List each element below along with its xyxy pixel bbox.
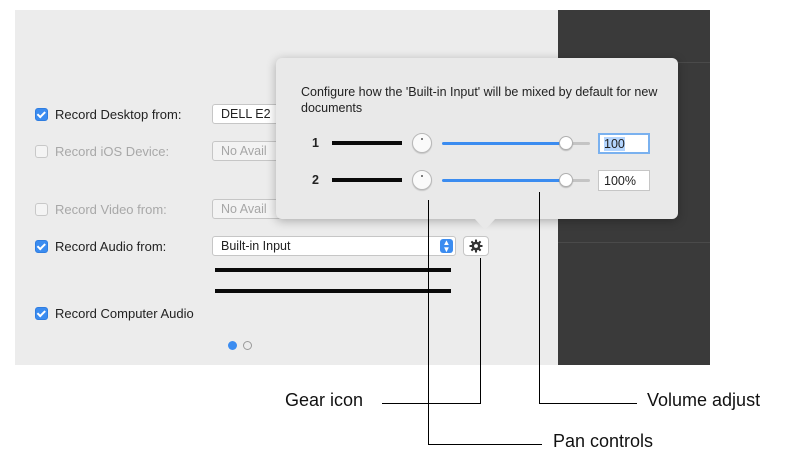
record-audio-label: Record Audio from: — [55, 238, 167, 254]
volume-slider-fill — [442, 142, 566, 145]
audio-mix-popover: Configure how the 'Built-in Input' will … — [276, 58, 678, 230]
channel-level-meter — [332, 178, 402, 182]
page-indicator — [228, 341, 252, 350]
record-desktop-label: Record Desktop from: — [55, 106, 182, 122]
record-ios-checkbox[interactable] — [35, 144, 48, 158]
record-video-checkbox[interactable] — [35, 202, 48, 216]
record-computer-audio-label: Record Computer Audio — [55, 305, 194, 321]
popover-arrow — [474, 218, 496, 230]
record-computer-audio-checkbox[interactable] — [35, 306, 48, 320]
panel-divider — [558, 242, 710, 243]
record-audio-checkbox[interactable] — [35, 239, 48, 253]
callout-line — [539, 403, 637, 404]
record-video-row: Record Video from: — [35, 199, 167, 219]
page-dot-active[interactable] — [228, 341, 237, 350]
popover-description: Configure how the 'Built-in Input' will … — [301, 85, 658, 115]
volume-input[interactable]: 100% — [598, 170, 650, 191]
callout-line — [480, 258, 481, 404]
record-ios-row: Record iOS Device: — [35, 141, 169, 161]
callout-line — [428, 444, 542, 445]
record-audio-select-value: Built-in Input — [221, 239, 291, 253]
volume-input[interactable]: 100 — [598, 133, 650, 154]
volume-adjust-callout: Volume adjust — [647, 390, 761, 410]
volume-input-value: 100% — [604, 174, 636, 188]
record-video-label: Record Video from: — [55, 201, 167, 217]
volume-slider-fill — [442, 179, 566, 182]
audio-level-meter — [215, 289, 451, 293]
channel-number: 2 — [312, 173, 319, 187]
callout-line — [428, 200, 429, 445]
volume-slider-thumb[interactable] — [559, 173, 573, 187]
pan-knob[interactable] — [412, 133, 432, 153]
record-ios-label: Record iOS Device: — [55, 143, 170, 159]
gear-icon-callout: Gear icon — [285, 390, 364, 410]
volume-slider-thumb[interactable] — [559, 136, 573, 150]
record-desktop-checkbox[interactable] — [35, 107, 48, 121]
channel-level-meter — [332, 141, 402, 145]
pan-controls-callout: Pan controls — [553, 431, 654, 451]
updown-chevron-icon: ▲ ▼ — [440, 239, 453, 254]
callout-line — [382, 403, 481, 404]
channel-number: 1 — [312, 136, 319, 150]
record-desktop-row: Record Desktop from: — [35, 104, 181, 124]
page-dot[interactable] — [243, 341, 252, 350]
pan-knob[interactable] — [412, 170, 432, 190]
gear-button[interactable] — [463, 236, 489, 256]
audio-level-meter — [215, 268, 451, 272]
callout-line — [539, 192, 540, 404]
volume-input-value: 100 — [604, 137, 625, 151]
record-audio-select[interactable]: Built-in Input ▲ ▼ — [212, 236, 456, 256]
record-audio-row: Record Audio from: — [35, 236, 166, 256]
record-computer-audio-row: Record Computer Audio — [35, 303, 194, 323]
gear-icon — [469, 239, 483, 253]
